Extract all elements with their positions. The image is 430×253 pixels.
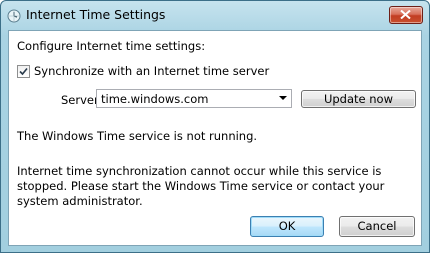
section-heading: Configure Internet time settings: [17,39,206,53]
checkmark-icon [19,67,28,76]
ok-button[interactable]: OK [250,216,324,237]
server-value[interactable]: time.windows.com [101,92,208,106]
cancel-label: Cancel [357,219,397,233]
service-message-text: Internet time synchronization cannot occ… [17,164,385,208]
dialog-content: Configure Internet time settings: Synchr… [8,30,422,246]
internet-time-settings-dialog: Internet Time Settings Configure Interne… [0,0,430,253]
close-icon [400,10,411,19]
close-button[interactable] [389,6,423,24]
clock-globe-icon [7,8,21,23]
service-status-text: The Windows Time service is not running. [17,129,258,143]
update-now-label: Update now [323,92,394,106]
server-combobox[interactable]: time.windows.com [96,89,292,108]
dropdown-arrow-icon[interactable] [279,96,287,100]
title-bar[interactable]: Internet Time Settings [1,1,429,29]
sync-checkbox-label[interactable]: Synchronize with an Internet time server [34,64,269,78]
window-title: Internet Time Settings [26,7,166,22]
sync-checkbox[interactable] [17,65,30,78]
ok-label: OK [278,219,296,233]
update-now-button[interactable]: Update now [301,90,416,108]
cancel-button[interactable]: Cancel [339,216,415,237]
